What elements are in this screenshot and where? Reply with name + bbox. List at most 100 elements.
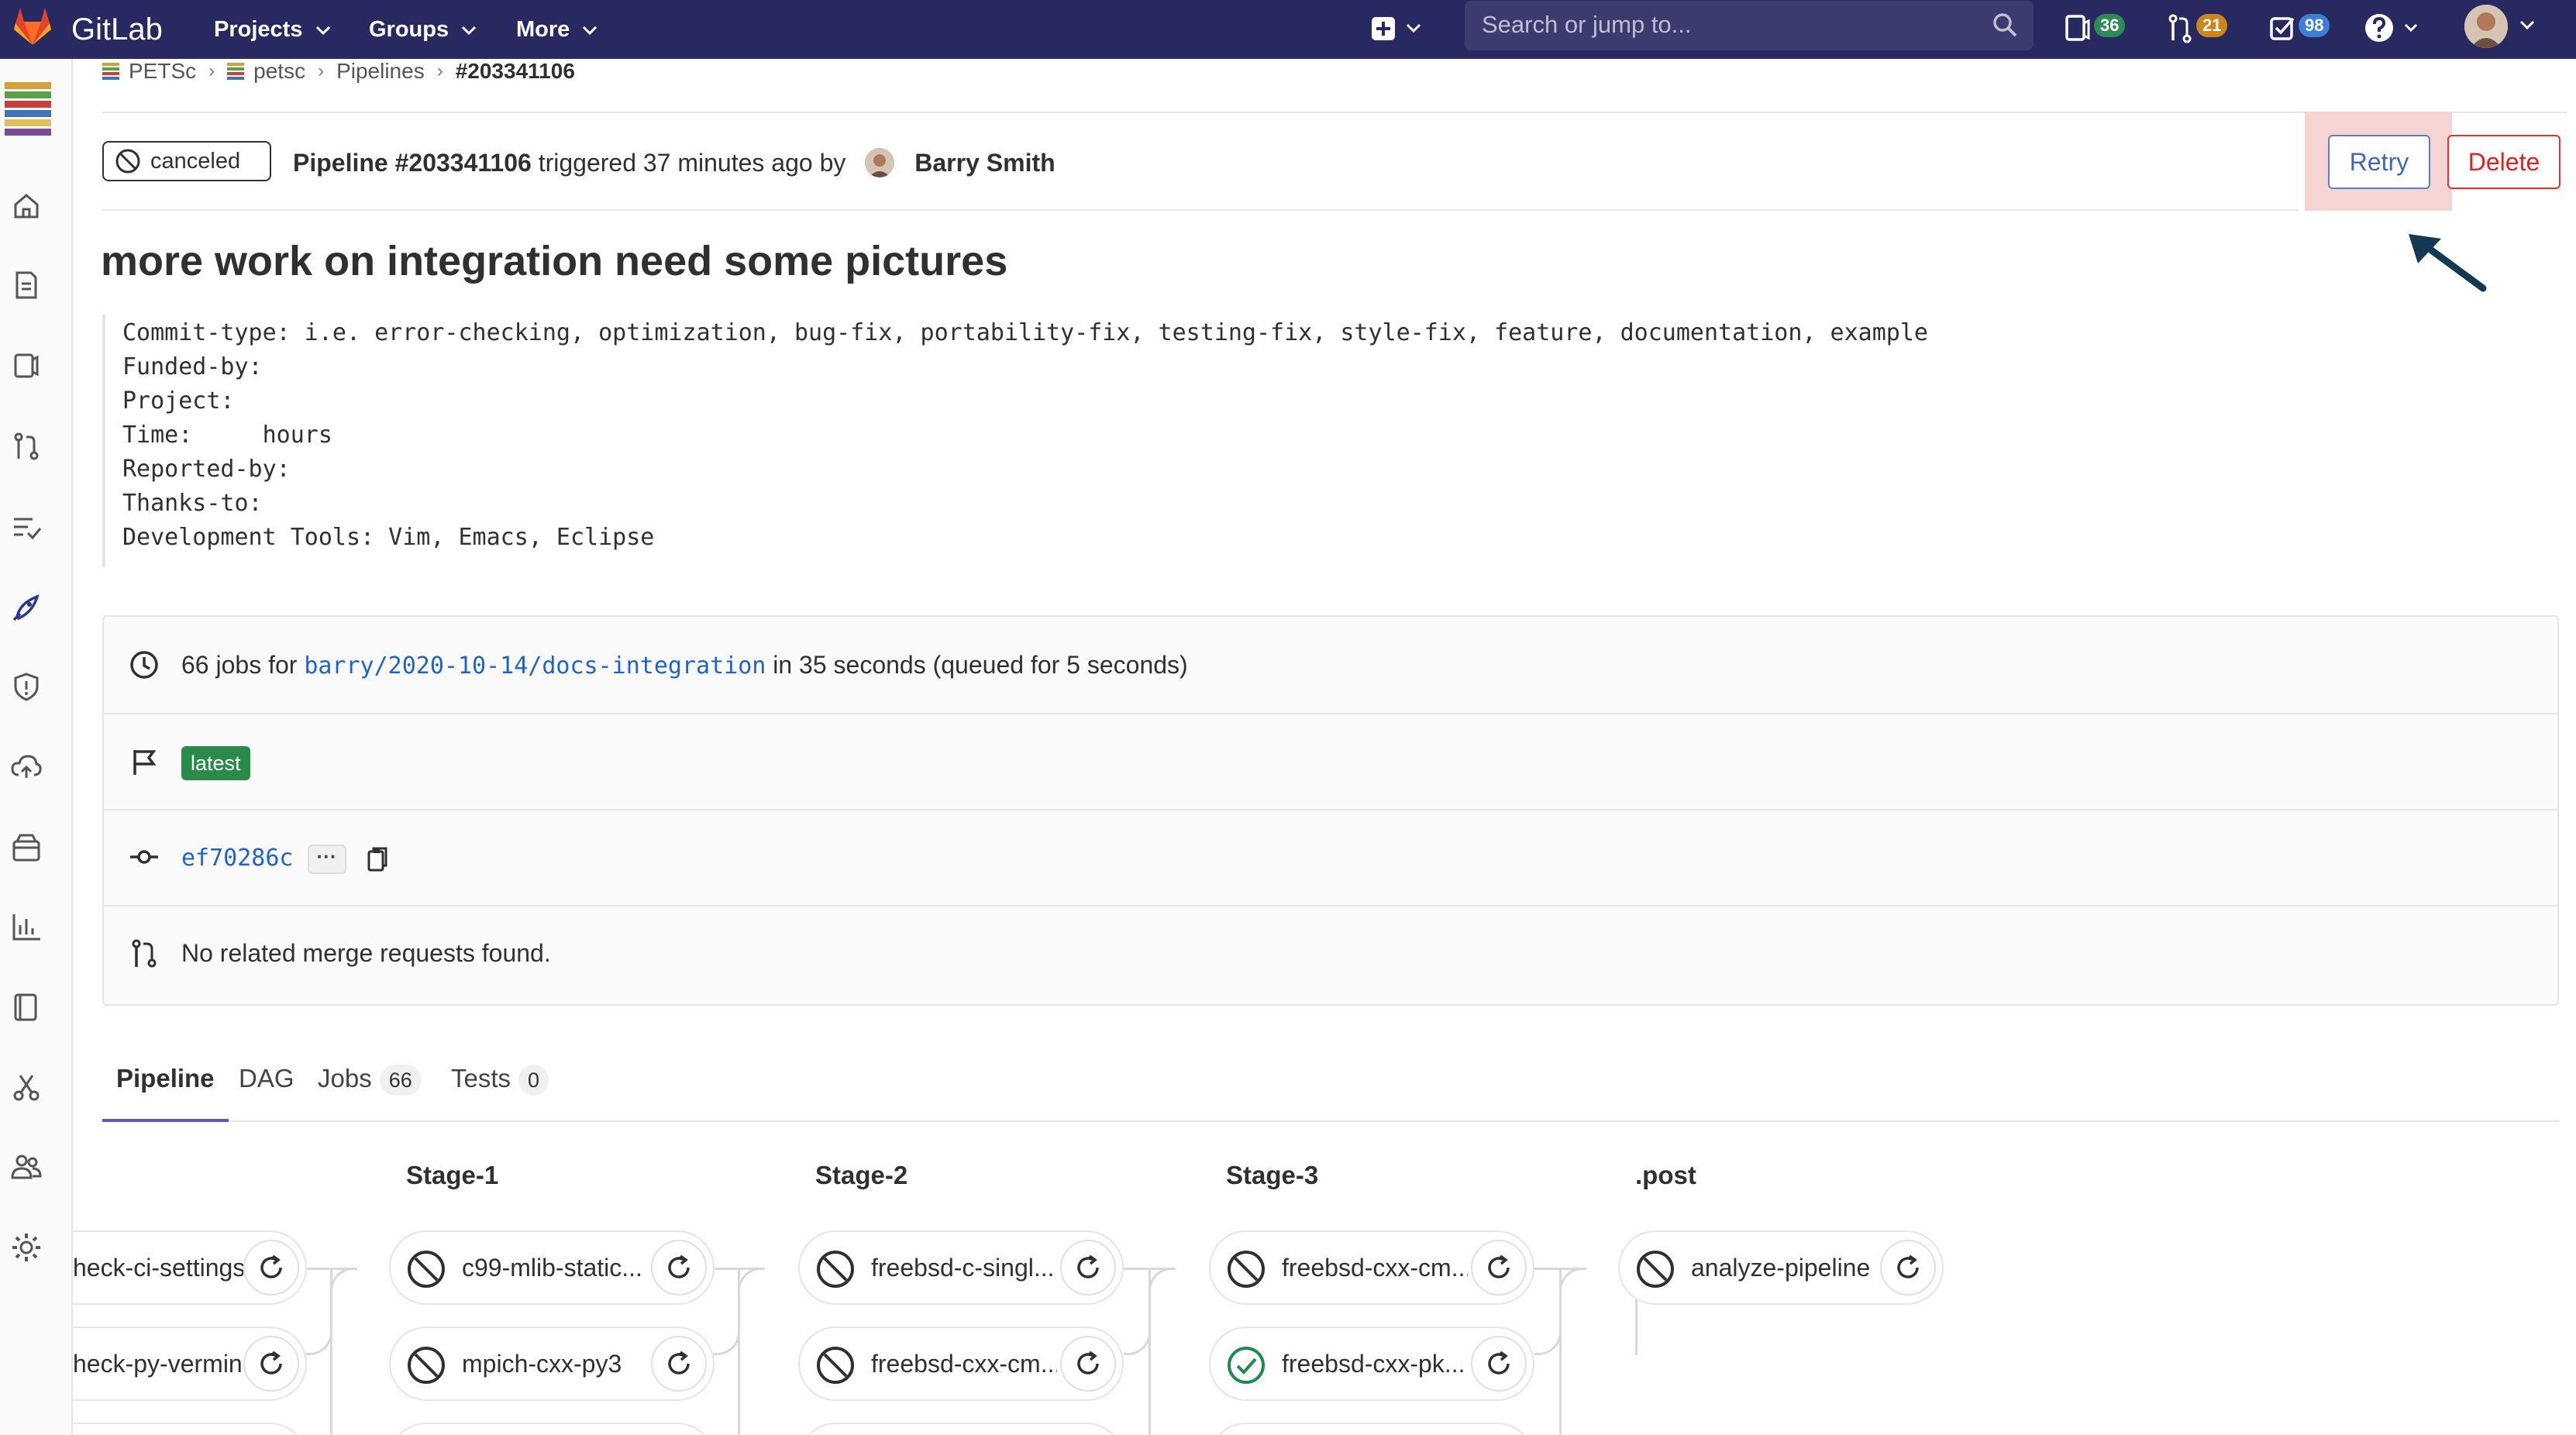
chevron-right-icon: › [208,60,215,81]
project-avatar[interactable] [5,82,51,136]
chevron-right-icon: › [318,60,325,81]
tab-jobs[interactable]: Jobs 66 [318,1057,422,1119]
job-card[interactable]: freebsd-cxx-cm... [1209,1230,1534,1305]
job-card[interactable] [389,1423,715,1435]
author-avatar[interactable] [865,147,895,177]
brand-name[interactable]: GitLab [71,8,163,51]
chevron-right-icon: › [436,60,443,81]
retry-icon [1488,1254,1510,1278]
job-card[interactable] [1209,1423,1534,1435]
status-canceled-icon [408,1251,445,1288]
breadcrumb-petsc-group[interactable]: PETSc [102,59,196,84]
ci-cd-icon[interactable] [9,590,43,625]
retry-button[interactable]: Retry [2328,135,2430,189]
pipeline-trigger-text: triggered 37 minutes ago by [531,149,853,177]
commit-title: more work on integration need some pictu… [101,238,1008,284]
job-name: heck-ci-settings [73,1254,243,1282]
commit-description: Commit-type: i.e. error-checking, optimi… [102,315,1965,567]
repository-icon[interactable] [9,268,43,302]
latest-badge[interactable]: latest [181,745,250,780]
tab-dag[interactable]: DAG [239,1057,294,1119]
merge-requests-counter[interactable]: 21 [2167,11,2241,43]
members-icon[interactable] [9,1150,43,1184]
analytics-icon[interactable] [9,910,43,944]
merge-requests-count-badge: 21 [2196,14,2228,37]
todos-count-badge: 98 [2299,14,2330,37]
packages-icon[interactable] [9,831,43,865]
jobs-summary-row: 66 jobs for barry/2020-10-14/docs-integr… [104,617,2557,714]
retry-job-button[interactable] [1471,1240,1527,1296]
retry-icon [1488,1351,1510,1375]
author-name[interactable]: Barry Smith [914,149,1055,177]
status-canceled-icon [817,1251,854,1288]
commit-sha-link[interactable]: ef70286c [181,845,294,872]
issues-icon [2065,15,2090,41]
job-card[interactable]: analyze-pipeline [1618,1230,1944,1305]
tab-tests[interactable]: Tests 0 [451,1057,549,1119]
retry-job-button[interactable] [1471,1336,1527,1392]
search-placeholder: Search or jump to... [1482,11,1692,38]
wiki-icon[interactable] [9,990,43,1024]
job-card[interactable]: freebsd-cxx-cm... [798,1327,1124,1401]
merge-requests-icon[interactable] [9,429,43,463]
issues-counter[interactable]: 36 [2065,11,2139,43]
retry-job-button[interactable] [651,1336,707,1392]
commit-desc-line: Commit-type: i.e. error-checking, optimi… [122,319,1928,346]
copy-icon[interactable] [367,845,390,873]
todos-counter[interactable]: 98 [2269,11,2344,43]
security-icon[interactable] [9,669,43,704]
snippets-icon[interactable] [9,1071,43,1105]
breadcrumb-pipelines[interactable]: Pipelines [336,59,425,84]
nav-projects[interactable]: Projects [214,8,331,51]
operations-icon[interactable] [9,750,43,784]
retry-job-button[interactable] [1880,1240,1936,1296]
breadcrumb-current[interactable]: #203341106 [456,59,575,84]
user-avatar[interactable] [2464,5,2508,48]
requirements-icon[interactable] [9,510,43,544]
settings-icon[interactable] [9,1230,43,1265]
retry-job-button[interactable] [243,1336,299,1392]
job-card[interactable]: heck-ci-settings [73,1230,307,1305]
project-sidebar [0,59,73,1435]
expand-commit-button[interactable]: ··· [307,844,346,874]
retry-job-button[interactable] [651,1240,707,1296]
job-card[interactable]: freebsd-cxx-pk... [1209,1327,1534,1401]
home-icon[interactable] [9,189,43,223]
help-dropdown[interactable] [2362,9,2424,46]
branch-link[interactable]: barry/2020-10-14/docs-integration [304,652,766,680]
pipeline-tabs: Pipeline DAG Jobs 66 Tests 0 [102,1057,2559,1122]
retry-job-button[interactable] [243,1240,299,1296]
retry-job-button[interactable] [1060,1336,1116,1392]
job-name: freebsd-cxx-cm... [871,1350,1057,1378]
job-card[interactable]: c99-mlib-static... [389,1230,715,1305]
tab-pipeline[interactable]: Pipeline [102,1057,229,1122]
chevron-down-icon[interactable] [2519,19,2536,31]
issues-icon[interactable] [9,349,43,383]
job-card[interactable]: freebsd-c-singl... [798,1230,1124,1305]
breadcrumb-petsc-project[interactable]: petsc [227,59,305,84]
search-input[interactable]: Search or jump to... [1465,1,2034,50]
nav-more[interactable]: More [516,8,598,51]
commit-desc-line: Funded-by: [122,353,263,380]
retry-icon [668,1351,690,1375]
job-card[interactable] [73,1423,307,1435]
retry-job-button[interactable] [1060,1240,1116,1296]
status-badge[interactable]: canceled [102,141,271,181]
job-name: freebsd-c-singl... [871,1254,1055,1282]
stage-title: Stage-3 [1226,1161,1319,1189]
job-card[interactable]: mpich-cxx-py3 [389,1327,715,1401]
job-card[interactable]: heck-py-vermin [73,1327,307,1401]
new-item-dropdown[interactable] [1370,12,1432,46]
commit-desc-line: Project: [122,387,235,415]
stage-connector [1534,1268,1562,1355]
stage-connector [1124,1268,1151,1355]
stage-connector [738,1268,765,1355]
tab-label: Tests [451,1064,511,1093]
delete-button[interactable]: Delete [2447,135,2561,189]
retry-icon [260,1351,282,1375]
status-canceled-icon [408,1347,445,1384]
job-card[interactable] [798,1423,1124,1435]
nav-groups[interactable]: Groups [369,8,477,51]
retry-icon [1897,1254,1919,1278]
gitlab-logo-icon[interactable] [11,5,57,51]
